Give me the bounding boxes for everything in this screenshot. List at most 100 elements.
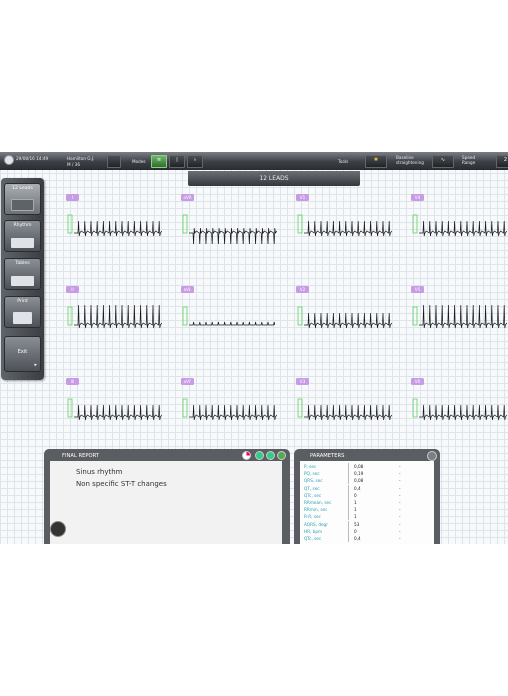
parameter-value: 1	[354, 514, 357, 520]
calibration-pulse	[67, 306, 73, 326]
ecg-waveform	[419, 304, 508, 329]
arrow-right-icon: ▸	[34, 362, 37, 368]
lead-v3[interactable]: V3	[296, 378, 404, 438]
report-green-2-icon[interactable]	[266, 451, 275, 460]
ecg-waveform	[304, 312, 393, 329]
lead-label: V1	[296, 194, 309, 201]
modes-label: Modes	[132, 159, 146, 164]
parameter-name: PQ, sec	[304, 471, 320, 477]
speed-value: 2	[503, 157, 507, 163]
lead-label: V4	[411, 194, 424, 201]
column-separator	[348, 484, 349, 492]
ecg-waveform	[419, 220, 508, 237]
view-title-bar: 12 LEADS	[188, 171, 360, 186]
lead-avf[interactable]: aVF	[181, 378, 289, 438]
parameter-value: 0,4	[354, 485, 361, 491]
parameter-value: 1	[354, 507, 357, 513]
calibration-pulse	[297, 398, 303, 418]
parameter-name: AQRS, degr	[304, 521, 328, 527]
lead-v1[interactable]: V1	[296, 194, 404, 254]
parameter-dash: -	[399, 528, 401, 534]
parameter-name: P, sec	[304, 464, 317, 469]
tools-label: Tools	[338, 159, 349, 164]
ecg-viewer-window: 29/08/16 14:49 Hamilton G.J. M / 36 Mode…	[0, 152, 508, 544]
parameter-dash: -	[399, 507, 401, 513]
speed-range-button[interactable]: 2	[496, 155, 508, 168]
nav-exit-button[interactable]: Exit ▸	[4, 336, 41, 372]
baseline-straightening-button[interactable]: ∿	[432, 155, 454, 168]
parameter-name: R-R, sec	[304, 514, 321, 520]
lead-v4[interactable]: V4	[411, 194, 508, 254]
ecg-trace	[67, 398, 163, 421]
parameter-value: 0	[354, 492, 357, 498]
parameter-row: RRmin, sec 1 -	[304, 506, 404, 514]
parameter-name: QT, sec	[304, 485, 320, 491]
parameter-row: HR, bpm 0 -	[304, 527, 404, 535]
lead-iii[interactable]: III	[66, 378, 174, 438]
ecg-waveform	[304, 404, 393, 421]
lead-avr[interactable]: aVR	[181, 194, 289, 254]
lead-v6[interactable]: V6	[411, 378, 508, 438]
parameter-value: 0	[354, 528, 357, 534]
lead-label: aVF	[181, 378, 194, 385]
nav-print-button[interactable]: Print	[4, 296, 41, 328]
marker-mode-icon: ♭	[193, 157, 197, 163]
twelve-leads-icon	[11, 199, 34, 211]
nav-rhythm-button[interactable]: Rhythm	[4, 220, 41, 252]
lead-label: V5	[411, 286, 424, 293]
mode-ecg-button[interactable]: ≡	[151, 155, 167, 168]
tools-icon: ✱	[373, 157, 379, 163]
ecg-waveform	[74, 404, 163, 421]
mode-marker-button[interactable]: ♭	[187, 155, 203, 168]
parameters-table: P, sec 0,08- PQ, sec 0,19- QRS, sec 0,08- QT, …	[300, 461, 434, 544]
column-separator	[348, 506, 349, 514]
parameter-dash: -	[399, 514, 401, 520]
final-report-panel: FINAL REPORT Sinus rhythm Non specific S…	[44, 449, 290, 544]
nav-12-leads-button[interactable]: 12 Leads	[4, 183, 41, 215]
calibration-pulse	[67, 398, 73, 418]
column-separator	[348, 513, 349, 521]
lead-ii[interactable]: II	[66, 286, 174, 346]
parameter-row: QRS, sec 0,08 -	[304, 477, 404, 485]
lead-label: II	[66, 286, 79, 293]
lead-avl[interactable]: aVL	[181, 286, 289, 346]
column-separator	[348, 477, 349, 485]
nav-exit-label: Exit	[17, 349, 28, 355]
settings-icon[interactable]	[427, 451, 437, 461]
report-green-1-icon[interactable]	[255, 451, 264, 460]
lead-label: V6	[411, 378, 424, 385]
lead-v5[interactable]: V5	[411, 286, 508, 346]
app-logo-icon	[4, 155, 14, 165]
mode-rhythm-button[interactable]: ∣	[169, 155, 185, 168]
edit-report-icon[interactable]	[50, 521, 66, 537]
chart-icon[interactable]	[242, 451, 251, 460]
lead-i[interactable]: I	[66, 194, 174, 254]
patient-card-button[interactable]	[107, 155, 121, 168]
parameter-dash: -	[399, 471, 401, 477]
parameter-value: 1	[354, 500, 357, 505]
baseline-icon: ∿	[440, 157, 446, 163]
parameter-value: 0,4	[354, 536, 361, 541]
nav-tables-button[interactable]: Tables	[4, 258, 41, 290]
parameter-name: RRmean, sec	[304, 500, 332, 505]
ecg-trace	[67, 214, 163, 237]
nav-print-label: Print	[17, 299, 28, 304]
parameter-dash: -	[399, 521, 401, 527]
parameter-row: QTc, sec 0 -	[304, 491, 404, 499]
calibration-pulse	[67, 214, 73, 234]
column-separator	[348, 491, 349, 499]
parameter-row: QT, sec 0,4 -	[304, 484, 404, 492]
ecg-trace	[412, 304, 508, 329]
column-separator	[348, 463, 349, 470]
parameter-value: 53	[354, 521, 360, 527]
report-green-3-icon[interactable]	[277, 451, 286, 460]
tools-button[interactable]: ✱	[365, 155, 387, 168]
final-report-title: FINAL REPORT	[62, 453, 99, 459]
ecg-waveform	[304, 220, 393, 237]
parameters-panel: PARAMETERS P, sec 0,08- PQ, sec 0,19- QRS, s…	[294, 449, 440, 544]
lead-v2[interactable]: V2	[296, 286, 404, 346]
parameter-dash: -	[399, 492, 401, 498]
ecg-trace	[182, 398, 278, 421]
final-report-text-area[interactable]: Sinus rhythm Non specific ST-T changes	[50, 461, 282, 544]
parameter-row: PQ, sec 0,19 -	[304, 470, 404, 478]
